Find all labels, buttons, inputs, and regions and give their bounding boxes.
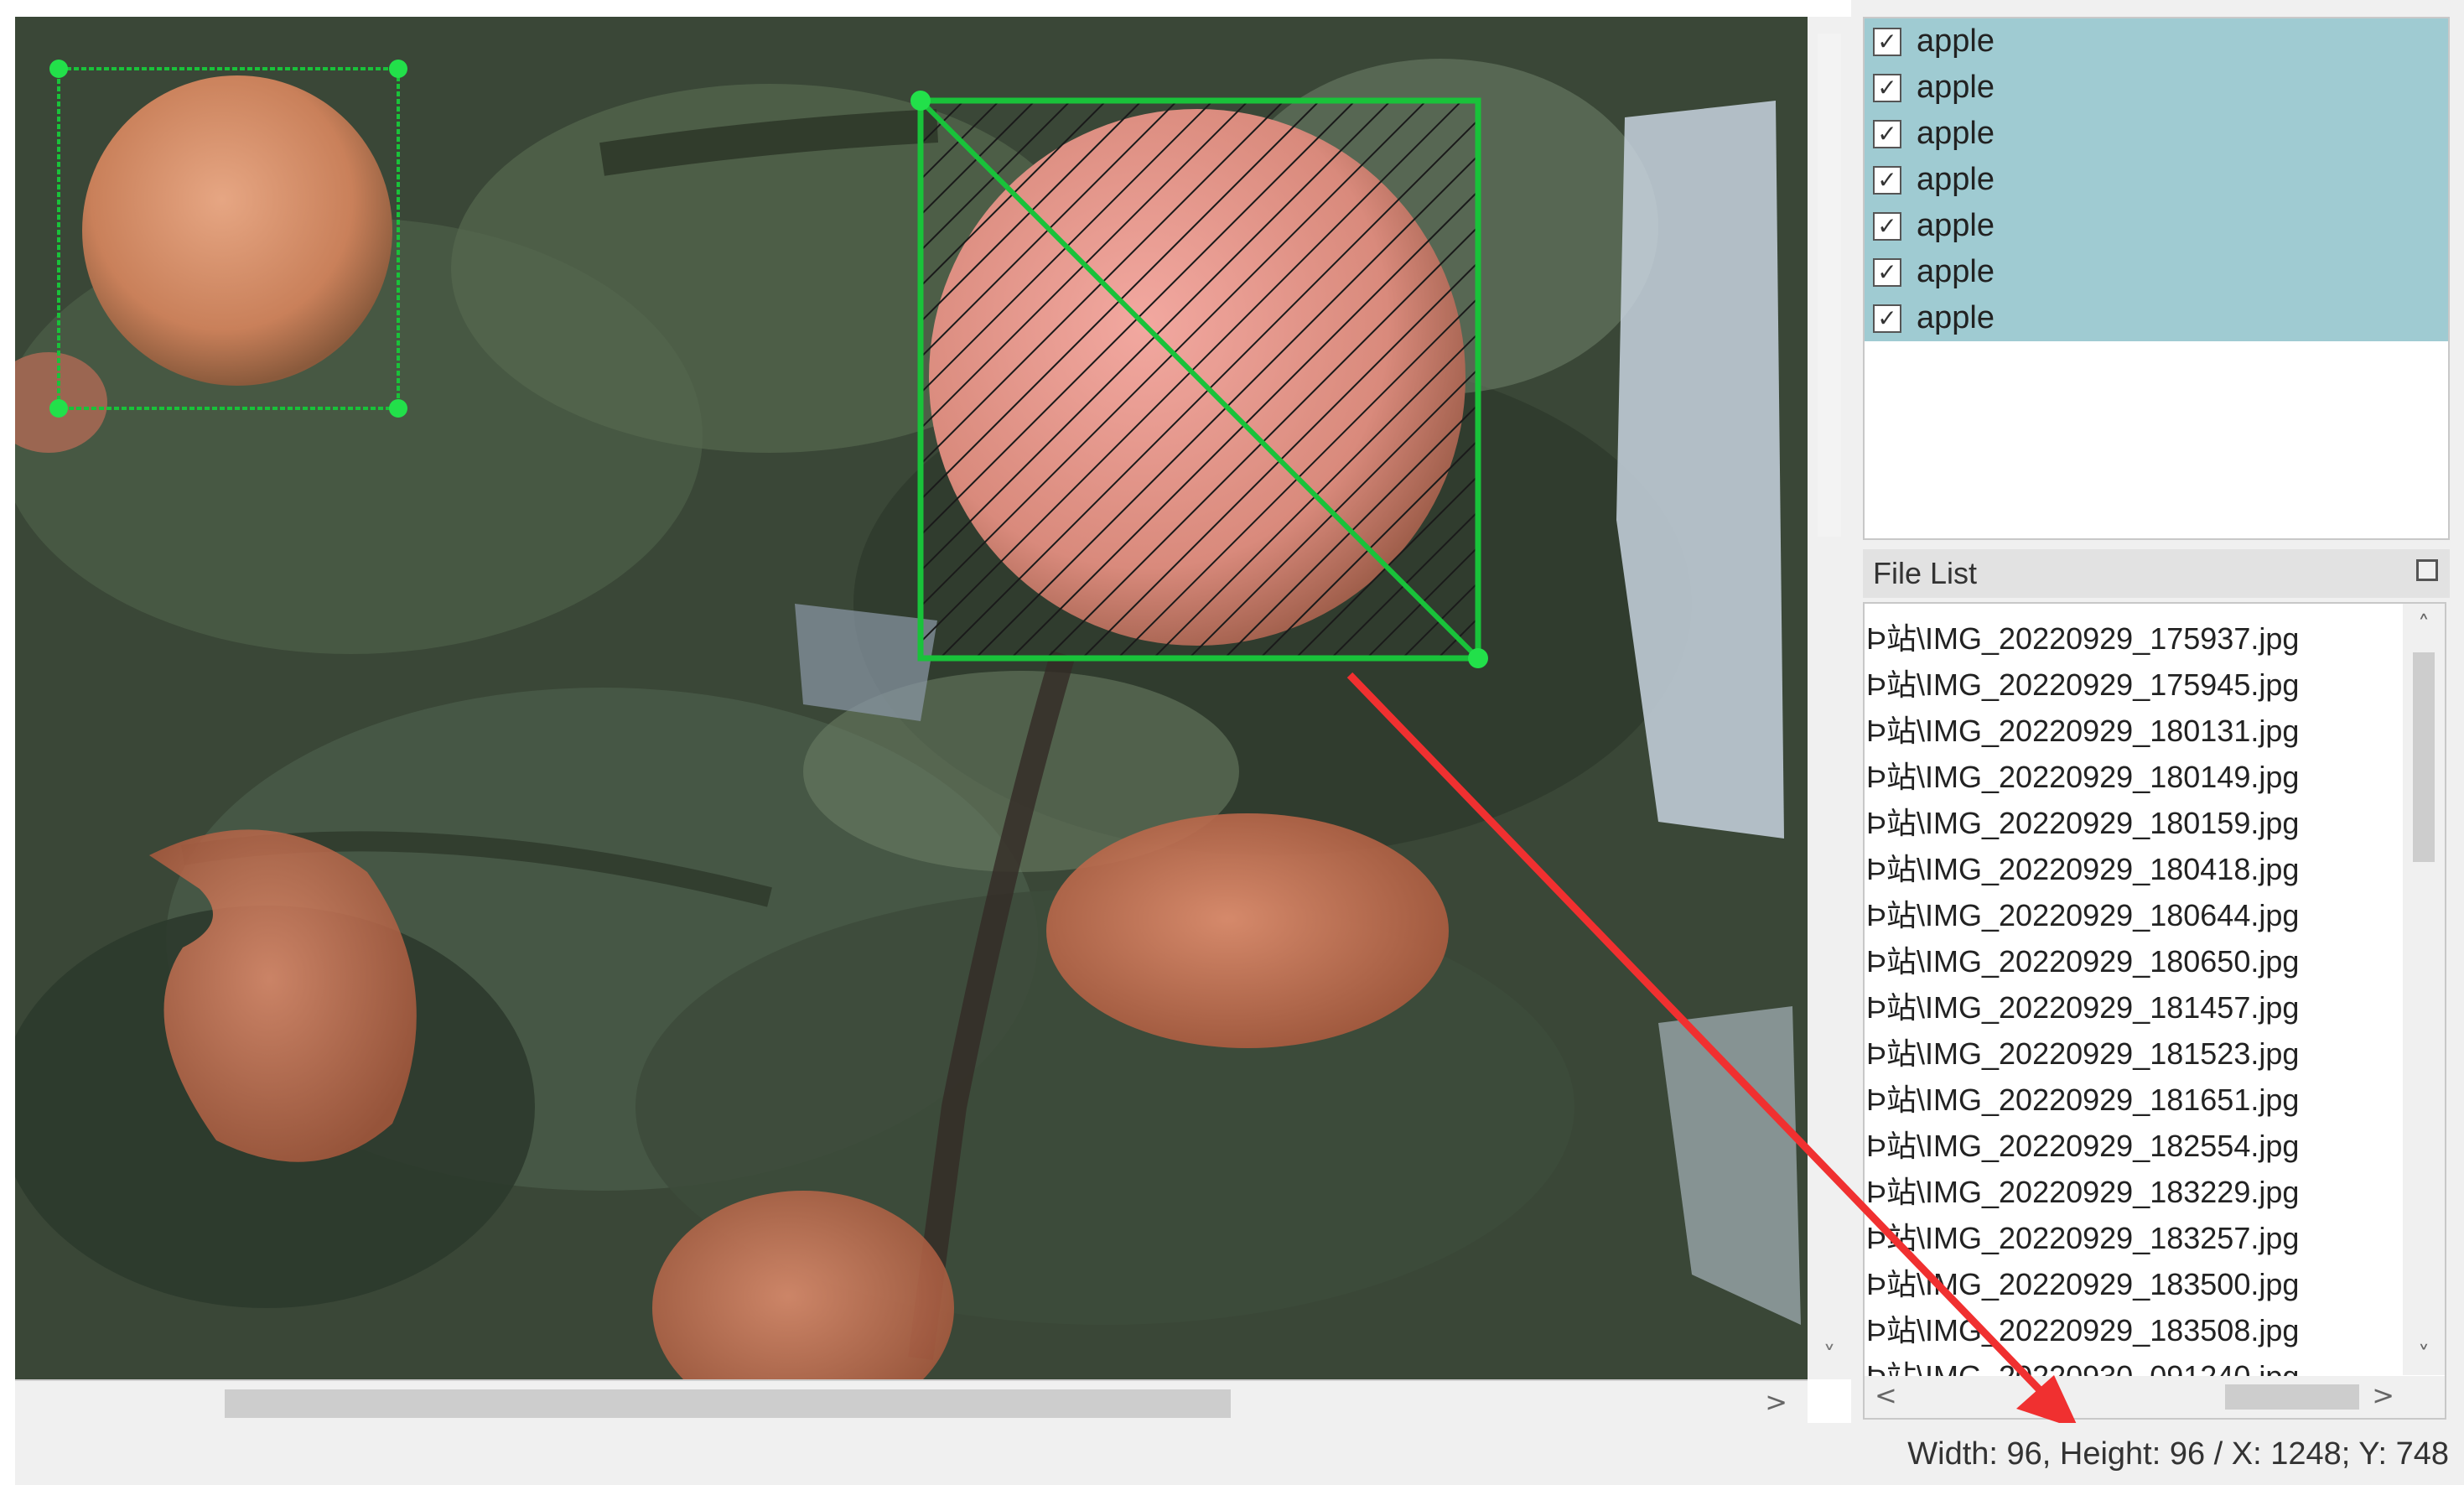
right-dock-panel: ✓ apple ✓ apple ✓ apple ✓ apple ✓ apple ✓ apple ✓ app… bbox=[1851, 0, 2464, 1485]
float-dock-icon[interactable] bbox=[2416, 559, 2438, 581]
label-checkbox[interactable]: ✓ bbox=[1873, 27, 1901, 56]
label-checkbox[interactable]: ✓ bbox=[1873, 211, 1901, 241]
label-item-text: apple bbox=[1917, 162, 1995, 197]
label-list-item[interactable]: ✓ apple bbox=[1865, 18, 2448, 65]
label-checkbox[interactable]: ✓ bbox=[1873, 304, 1901, 333]
file-list-item[interactable]: Ϸ站\IMG_20220929_183500.jpg bbox=[1865, 1261, 2401, 1307]
label-checkbox[interactable]: ✓ bbox=[1873, 165, 1901, 195]
label-list-item[interactable]: ✓ apple bbox=[1865, 111, 2448, 157]
scroll-left-icon[interactable]: < bbox=[1875, 1379, 1897, 1411]
label-item-text: apple bbox=[1917, 254, 1995, 289]
apple-tree-photo bbox=[15, 17, 1808, 1379]
label-list-item[interactable]: ✓ apple bbox=[1865, 203, 2448, 249]
status-text: Width: 96, Height: 96 / X: 1248; Y: 748 bbox=[1907, 1436, 2449, 1472]
canvas-horizontal-scroll-thumb[interactable] bbox=[225, 1389, 1231, 1418]
label-list-item[interactable]: ✓ apple bbox=[1865, 157, 2448, 203]
file-list[interactable]: Ϸ站\IMG_20220929_175937.jpg Ϸ站\IMG_2022092… bbox=[1863, 602, 2446, 1420]
file-list-item[interactable]: Ϸ站\IMG_20220929_183508.jpg bbox=[1865, 1307, 2401, 1353]
label-item-text: apple bbox=[1917, 23, 1995, 59]
label-checkbox[interactable]: ✓ bbox=[1873, 73, 1901, 102]
label-list-item[interactable]: ✓ apple bbox=[1865, 249, 2448, 295]
file-list-item[interactable]: Ϸ站\IMG_20220929_180149.jpg bbox=[1865, 754, 2401, 800]
file-list-item[interactable]: Ϸ站\IMG_20220929_180159.jpg bbox=[1865, 800, 2401, 846]
scroll-up-icon[interactable]: ˄ bbox=[2403, 610, 2445, 638]
label-item-text: apple bbox=[1917, 208, 1995, 243]
label-list[interactable]: ✓ apple ✓ apple ✓ apple ✓ apple ✓ apple ✓ apple ✓ app… bbox=[1863, 17, 2450, 540]
scroll-down-icon[interactable]: ˅ bbox=[2403, 1341, 2445, 1368]
label-item-text: apple bbox=[1917, 116, 1995, 151]
file-list-item[interactable]: Ϸ站\IMG_20220929_181457.jpg bbox=[1865, 984, 2401, 1031]
file-list-vertical-scrollbar[interactable]: ˄ ˅ bbox=[2403, 604, 2445, 1375]
file-list-item[interactable]: Ϸ站\IMG_20220929_180650.jpg bbox=[1865, 938, 2401, 984]
file-list-title: File List bbox=[1873, 556, 1978, 590]
file-list-horizontal-scroll-thumb[interactable] bbox=[2225, 1384, 2359, 1410]
file-list-item[interactable]: Ϸ站\IMG_20220929_180418.jpg bbox=[1865, 846, 2401, 892]
file-list-dock-header: File List bbox=[1863, 549, 2450, 598]
file-list-horizontal-scrollbar[interactable]: < > bbox=[1865, 1376, 2445, 1418]
file-list-vertical-scroll-thumb[interactable] bbox=[2413, 652, 2435, 862]
label-list-item[interactable]: ✓ apple bbox=[1865, 295, 2448, 341]
file-list-item[interactable]: Ϸ站\IMG_20220929_180131.jpg bbox=[1865, 708, 2401, 754]
canvas-vertical-scroll-thumb[interactable] bbox=[1818, 34, 1841, 537]
file-list-item[interactable]: Ϸ站\IMG_20220929_182554.jpg bbox=[1865, 1123, 2401, 1169]
label-item-text: apple bbox=[1917, 300, 1995, 335]
scroll-down-icon[interactable]: ˅ bbox=[1808, 1342, 1851, 1371]
image-canvas[interactable] bbox=[15, 17, 1808, 1379]
canvas-vertical-scrollbar[interactable]: ˅ bbox=[1808, 17, 1851, 1379]
scroll-right-icon[interactable]: > bbox=[1765, 1386, 1787, 1418]
file-list-item[interactable]: Ϸ站\IMG_20220929_175945.jpg bbox=[1865, 662, 2401, 708]
file-list-item[interactable]: Ϸ站\IMG_20220929_180644.jpg bbox=[1865, 892, 2401, 938]
scroll-right-icon[interactable]: > bbox=[2372, 1379, 2394, 1411]
file-list-item[interactable]: Ϸ站\IMG_20220929_181523.jpg bbox=[1865, 1031, 2401, 1077]
file-list-item[interactable]: Ϸ站\IMG_20220929_181651.jpg bbox=[1865, 1077, 2401, 1123]
status-bar: Width: 96, Height: 96 / X: 1248; Y: 748 bbox=[15, 1423, 2464, 1485]
file-list-item[interactable]: Ϸ站\IMG_20220929_175937.jpg bbox=[1865, 615, 2401, 662]
label-item-text: apple bbox=[1917, 70, 1995, 105]
label-checkbox[interactable]: ✓ bbox=[1873, 119, 1901, 148]
canvas-horizontal-scrollbar[interactable]: > bbox=[15, 1379, 1808, 1425]
file-list-item[interactable]: Ϸ站\IMG_20220929_183229.jpg bbox=[1865, 1169, 2401, 1215]
label-checkbox[interactable]: ✓ bbox=[1873, 257, 1901, 287]
file-list-item[interactable]: Ϸ站\IMG_20220929_183257.jpg bbox=[1865, 1215, 2401, 1261]
label-list-item[interactable]: ✓ apple bbox=[1865, 65, 2448, 111]
